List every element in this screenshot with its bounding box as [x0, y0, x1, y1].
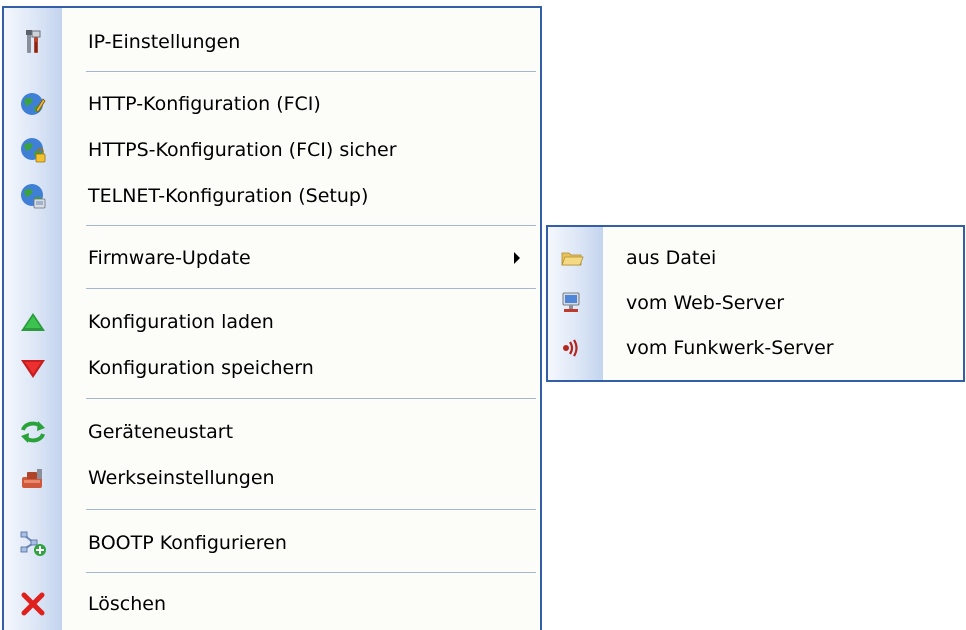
menu-item-load-config[interactable]: Konfiguration laden [4, 300, 540, 344]
menu-item-http-config[interactable]: HTTP-Konfiguration (FCI) [4, 82, 540, 126]
tools-icon [19, 28, 47, 56]
submenu-item-label: vom Funkwerk-Server [626, 337, 834, 359]
globe-console-icon [19, 182, 47, 210]
menu-item-delete[interactable]: Löschen [4, 582, 540, 626]
menu-item-label: Geräteneustart [88, 421, 234, 443]
menu-separator [86, 225, 536, 227]
menu-item-label: BOOTP Konfigurieren [88, 532, 287, 554]
menu-item-label: Firmware-Update [88, 247, 251, 269]
menu-item-label: HTTP-Konfiguration (FCI) [88, 93, 321, 115]
menu-item-device-restart[interactable]: Geräteneustart [4, 410, 540, 454]
menu-item-save-config[interactable]: Konfiguration speichern [4, 346, 540, 390]
menu-item-bootp-configure[interactable]: BOOTP Konfigurieren [4, 521, 540, 565]
submenu-item-label: aus Datei [626, 247, 717, 269]
menu-item-label: IP-Einstellungen [88, 31, 241, 53]
submenu-arrow-icon [514, 252, 520, 264]
globe-pencil-icon [19, 90, 47, 118]
menu-separator [86, 398, 536, 400]
submenu-item-label: vom Web-Server [626, 292, 785, 314]
menu-separator [86, 572, 536, 574]
refresh-arrows-icon [19, 418, 47, 446]
menu-item-label: Löschen [88, 593, 166, 615]
network-add-icon [19, 529, 47, 557]
web-server-icon [560, 291, 584, 315]
menu-separator [86, 71, 536, 73]
menu-separator [86, 288, 536, 290]
submenu-item-from-file[interactable]: aus Datei [548, 236, 963, 280]
submenu-item-web-server[interactable]: vom Web-Server [548, 281, 963, 325]
menu-item-label: Werkseinstellungen [88, 467, 275, 489]
globe-lock-icon [19, 136, 47, 164]
menu-separator [86, 509, 536, 511]
menu-item-telnet-config[interactable]: TELNET-Konfiguration (Setup) [4, 174, 540, 218]
menu-item-ip-settings[interactable]: IP-Einstellungen [4, 20, 540, 64]
red-x-icon [19, 590, 47, 618]
menu-item-factory-settings[interactable]: Werkseinstellungen [4, 456, 540, 500]
triangle-up-icon [19, 308, 47, 336]
firmware-update-submenu: aus Datei vom Web-Server vom Funkwerk-Se… [546, 225, 965, 382]
submenu-item-funkwerk-server[interactable]: vom Funkwerk-Server [548, 326, 963, 370]
triangle-down-icon [19, 354, 47, 382]
menu-item-firmware-update[interactable]: Firmware-Update [4, 236, 540, 280]
context-menu: IP-Einstellungen HTTP-Konfiguration (FCI… [2, 6, 542, 630]
menu-item-label: TELNET-Konfiguration (Setup) [88, 185, 369, 207]
folder-icon [560, 246, 584, 270]
funkwerk-logo-icon [560, 336, 584, 360]
menu-item-label: Konfiguration speichern [88, 357, 314, 379]
factory-reset-icon [19, 464, 47, 492]
menu-item-label: Konfiguration laden [88, 311, 274, 333]
menu-item-https-config[interactable]: HTTPS-Konfiguration (FCI) sicher [4, 128, 540, 172]
menu-item-label: HTTPS-Konfiguration (FCI) sicher [88, 139, 397, 161]
